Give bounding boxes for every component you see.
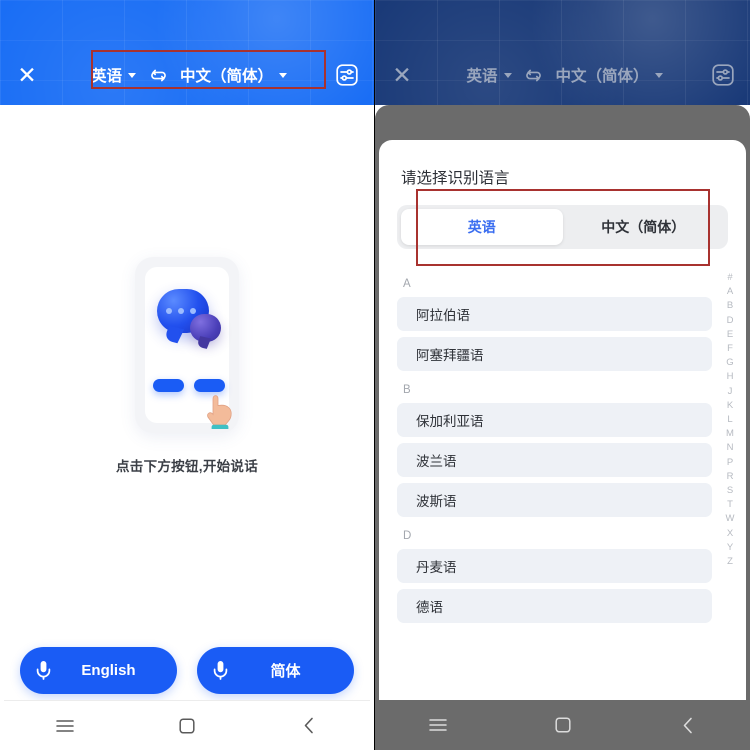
alpha-index-letter[interactable]: W: [726, 512, 735, 525]
alpha-index-letter[interactable]: E: [727, 328, 733, 341]
left-app-header: ✕ 英语 中文（简体）: [0, 0, 374, 105]
language-list[interactable]: A 阿拉伯语 阿塞拜疆语 B 保加利亚语 波兰语 波斯语 D 丹麦语 德语: [379, 265, 746, 700]
language-selector-bar: 英语 中文（简体）: [429, 52, 700, 98]
right-header-row: ✕ 英语 中文（简体）: [375, 52, 750, 98]
chevron-down-icon: [503, 72, 512, 78]
group-header-d: D: [403, 530, 412, 542]
phone-chat-illustration: [135, 257, 239, 433]
empty-state-illustration-wrap: 点击下方按钮,开始说话: [4, 257, 370, 475]
settings-sliders-icon[interactable]: [324, 52, 370, 98]
target-language-label: 中文（简体）: [180, 68, 274, 85]
segment-source-language[interactable]: 英语: [401, 209, 563, 245]
swap-icon[interactable]: [523, 64, 545, 86]
microphone-icon: [20, 660, 66, 681]
segment-target-language[interactable]: 中文（简体）: [563, 209, 725, 245]
chevron-down-icon: [279, 72, 288, 78]
close-button[interactable]: ✕: [0, 52, 54, 98]
left-header-row: ✕ 英语 中文（简体）: [0, 52, 374, 98]
alpha-index-letter[interactable]: F: [727, 342, 733, 355]
right-phone-panel: ✕ 英语 中文（简体） 请选择识别语言 英语 中文（简体） A 阿拉伯语 阿塞拜…: [375, 0, 750, 750]
typing-dots-icon: [166, 308, 196, 314]
mic-button-source[interactable]: English: [20, 647, 177, 694]
menu-icon[interactable]: [35, 719, 95, 733]
list-item[interactable]: 阿塞拜疆语: [397, 337, 712, 371]
group-header-b: B: [403, 384, 411, 396]
android-navbar-right: [375, 700, 750, 750]
alpha-index-letter[interactable]: N: [727, 441, 734, 454]
alphabet-index-scrubber[interactable]: # A B D E F G H J K L M N P R S T W X Y Z: [720, 265, 740, 694]
list-item[interactable]: 波斯语: [397, 483, 712, 517]
language-direction-segmented-control: 英语 中文（简体）: [397, 205, 728, 249]
alpha-index-letter[interactable]: K: [727, 399, 733, 412]
target-language-dropdown[interactable]: 中文（简体）: [556, 64, 663, 86]
back-chevron-icon[interactable]: [279, 717, 339, 734]
alpha-index-letter[interactable]: R: [727, 470, 734, 483]
empty-state-hint: 点击下方按钮,开始说话: [115, 459, 259, 474]
alpha-index-letter[interactable]: S: [727, 484, 733, 497]
list-item[interactable]: 波兰语: [397, 443, 712, 477]
dual-screenshot-stage: ✕ 英语 中文（简体） 点击下方按钮,开始说话 English 简体 ✕ 英语 …: [0, 0, 750, 750]
tapping-hand-icon: [203, 385, 237, 429]
language-selector-bar: 英语 中文（简体）: [54, 52, 324, 98]
alpha-index-letter[interactable]: G: [726, 356, 733, 369]
target-language-dropdown[interactable]: 中文（简体）: [180, 64, 288, 86]
source-language-label: 英语: [90, 68, 122, 85]
target-language-label: 中文（简体）: [555, 68, 649, 85]
language-picker-sheet: 请选择识别语言 英语 中文（简体） A 阿拉伯语 阿塞拜疆语 B 保加利亚语 波…: [379, 140, 746, 700]
left-phone-panel: ✕ 英语 中文（简体） 点击下方按钮,开始说话 English 简体: [0, 0, 374, 750]
swap-icon[interactable]: [147, 64, 169, 86]
source-language-label: 英语: [466, 68, 498, 85]
alpha-index-letter[interactable]: H: [727, 370, 734, 383]
alpha-index-letter[interactable]: B: [727, 299, 733, 312]
phone-screen: [145, 267, 232, 429]
menu-icon[interactable]: [408, 718, 468, 732]
alpha-index-letter[interactable]: D: [727, 314, 734, 327]
chevron-down-icon: [654, 72, 663, 78]
sheet-title: 请选择识别语言: [401, 170, 510, 187]
back-chevron-icon[interactable]: [658, 717, 718, 734]
alpha-index-letter[interactable]: A: [727, 285, 733, 298]
list-item[interactable]: 德语: [397, 589, 712, 623]
list-item[interactable]: 保加利亚语: [397, 403, 712, 437]
source-language-dropdown[interactable]: 英语: [91, 64, 136, 86]
alpha-index-letter[interactable]: X: [727, 527, 733, 540]
left-content-card: 点击下方按钮,开始说话 English 简体: [4, 105, 370, 750]
mic-button-row: English 简体: [4, 647, 370, 694]
settings-sliders-icon[interactable]: [700, 52, 746, 98]
alpha-index-letter[interactable]: P: [727, 456, 733, 469]
home-square-icon[interactable]: [157, 717, 217, 734]
source-language-dropdown[interactable]: 英语: [466, 64, 512, 86]
right-app-header: ✕ 英语 中文（简体）: [375, 0, 750, 105]
alpha-index-letter[interactable]: M: [726, 427, 734, 440]
microphone-icon: [197, 660, 243, 681]
illustration-button-left: [153, 379, 184, 392]
alpha-index-letter[interactable]: Z: [727, 555, 733, 568]
android-navbar-left: [4, 700, 370, 750]
alpha-index-letter[interactable]: L: [727, 413, 732, 426]
chevron-down-icon: [128, 72, 136, 78]
home-square-icon[interactable]: [533, 717, 593, 733]
list-item[interactable]: 丹麦语: [397, 549, 712, 583]
chat-bubble-small-icon: [190, 314, 221, 342]
alpha-index-letter[interactable]: #: [727, 271, 732, 284]
alpha-index-letter[interactable]: J: [728, 385, 733, 398]
alpha-index-letter[interactable]: T: [727, 498, 733, 511]
mic-button-target[interactable]: 简体: [197, 647, 354, 694]
mic-button-target-label: 简体: [270, 663, 301, 680]
group-header-a: A: [403, 278, 411, 290]
alpha-index-letter[interactable]: Y: [727, 541, 733, 554]
close-button[interactable]: ✕: [375, 52, 429, 98]
mic-button-source-label: English: [81, 662, 136, 679]
list-item[interactable]: 阿拉伯语: [397, 297, 712, 331]
